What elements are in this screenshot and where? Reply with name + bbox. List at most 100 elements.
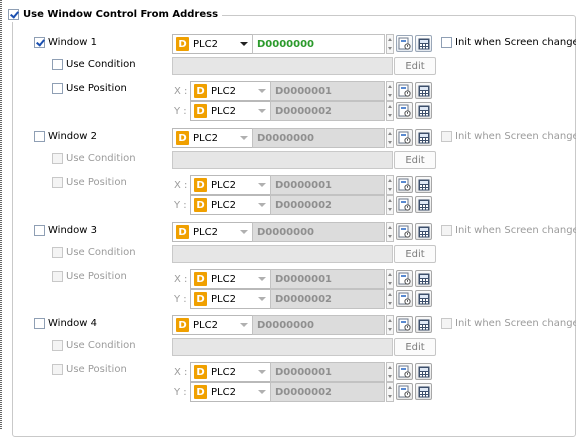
keypad-icon[interactable] [415,316,432,333]
x-address-spinner[interactable] [386,81,394,101]
use-position-checkbox[interactable] [52,177,63,188]
window-2-row[interactable]: Window 2 [34,131,97,142]
keypad-icon[interactable] [415,102,432,119]
y-address-spinner[interactable] [386,101,394,121]
address-book-icon[interactable] [396,35,413,52]
window-3-use-position-row[interactable]: Use Position [52,271,127,282]
use-condition-checkbox[interactable] [52,247,63,258]
y-address-field[interactable]: D0000002 [270,382,385,402]
condition-field[interactable] [172,245,393,263]
address-book-icon[interactable] [396,176,413,193]
use-condition-checkbox[interactable] [52,59,63,70]
window-1-plc-select[interactable]: D PLC2 [172,34,254,54]
x-address-field[interactable]: D0000001 [270,269,385,289]
init-when-screen-changes-checkbox[interactable] [441,318,452,329]
window-4-row[interactable]: Window 4 [34,318,97,329]
condition-field[interactable] [172,57,393,75]
keypad-icon[interactable] [415,82,432,99]
address-book-icon[interactable] [396,196,413,213]
window-3-use-condition-row[interactable]: Use Condition [52,247,136,258]
address-book-icon[interactable] [396,363,413,380]
window-3-address-field[interactable]: D0000000 [252,222,385,242]
window-1-use-position-row[interactable]: Use Position [52,83,127,94]
window-2-checkbox[interactable] [34,131,45,142]
window-1-row[interactable]: Window 1 [34,37,97,48]
use-position-checkbox[interactable] [52,364,63,375]
keypad-icon[interactable] [415,196,432,213]
use-position-checkbox[interactable] [52,83,63,94]
keypad-icon[interactable] [415,176,432,193]
y-address-field[interactable]: D0000002 [270,195,385,215]
window-4-plc-select[interactable]: D PLC2 [172,315,254,335]
use-condition-checkbox[interactable] [52,153,63,164]
x-address-field[interactable]: D0000001 [270,81,385,101]
y-plc-select[interactable]: D PLC2 [190,101,272,121]
window-1-address-field[interactable]: D0000000 [252,34,385,54]
address-spinner[interactable] [386,128,394,148]
window-2-address-field[interactable]: D0000000 [252,128,385,148]
window-3-init-row[interactable]: Init when Screen changes [441,225,576,236]
use-position-checkbox[interactable] [52,271,63,282]
keypad-icon[interactable] [415,383,432,400]
address-book-icon[interactable] [396,82,413,99]
condition-edit-button[interactable]: Edit [394,338,436,356]
condition-edit-button[interactable]: Edit [394,57,436,75]
window-2-use-condition-row[interactable]: Use Condition [52,153,136,164]
address-spinner[interactable] [386,222,394,242]
address-book-icon[interactable] [396,223,413,240]
address-spinner[interactable] [386,315,394,335]
keypad-icon[interactable] [415,363,432,380]
window-3-checkbox[interactable] [34,225,45,236]
condition-field[interactable] [172,338,393,356]
x-address-spinner[interactable] [386,362,394,382]
x-plc-select[interactable]: D PLC2 [190,175,272,195]
y-plc-select[interactable]: D PLC2 [190,289,272,309]
condition-edit-button[interactable]: Edit [394,245,436,263]
window-1-checkbox[interactable] [34,37,45,48]
window-4-init-row[interactable]: Init when Screen changes [441,318,576,329]
keypad-icon[interactable] [415,270,432,287]
x-address-field[interactable]: D0000001 [270,362,385,382]
window-2-use-position-row[interactable]: Use Position [52,177,127,188]
window-4-use-position-row[interactable]: Use Position [52,364,127,375]
window-4-use-condition-row[interactable]: Use Condition [52,340,136,351]
address-book-icon[interactable] [396,270,413,287]
window-3-row[interactable]: Window 3 [34,225,97,236]
window-4-address-field[interactable]: D0000000 [252,315,385,335]
y-address-field[interactable]: D0000002 [270,101,385,121]
address-book-icon[interactable] [396,102,413,119]
keypad-icon[interactable] [415,290,432,307]
y-address-field[interactable]: D0000002 [270,289,385,309]
address-book-icon[interactable] [396,316,413,333]
window-1-init-row[interactable]: Init when Screen changes [441,37,576,48]
x-plc-select[interactable]: D PLC2 [190,269,272,289]
init-when-screen-changes-checkbox[interactable] [441,37,452,48]
x-address-field[interactable]: D0000001 [270,175,385,195]
y-plc-select[interactable]: D PLC2 [190,382,272,402]
keypad-icon[interactable] [415,223,432,240]
condition-field[interactable] [172,151,393,169]
x-address-spinner[interactable] [386,269,394,289]
window-2-init-row[interactable]: Init when Screen changes [441,131,576,142]
address-book-icon[interactable] [396,290,413,307]
window-4-checkbox[interactable] [34,318,45,329]
condition-edit-button[interactable]: Edit [394,151,436,169]
x-plc-select[interactable]: D PLC2 [190,362,272,382]
y-plc-select[interactable]: D PLC2 [190,195,272,215]
use-window-control-checkbox[interactable] [8,9,19,20]
init-when-screen-changes-checkbox[interactable] [441,131,452,142]
x-plc-select[interactable]: D PLC2 [190,81,272,101]
init-when-screen-changes-checkbox[interactable] [441,225,452,236]
y-address-spinner[interactable] [386,195,394,215]
window-1-use-condition-row[interactable]: Use Condition [52,59,136,70]
address-book-icon[interactable] [396,383,413,400]
y-address-spinner[interactable] [386,289,394,309]
window-2-plc-select[interactable]: D PLC2 [172,128,254,148]
address-book-icon[interactable] [396,129,413,146]
keypad-icon[interactable] [415,129,432,146]
use-condition-checkbox[interactable] [52,340,63,351]
x-address-spinner[interactable] [386,175,394,195]
window-3-plc-select[interactable]: D PLC2 [172,222,254,242]
address-spinner[interactable] [386,34,394,54]
y-address-spinner[interactable] [386,382,394,402]
